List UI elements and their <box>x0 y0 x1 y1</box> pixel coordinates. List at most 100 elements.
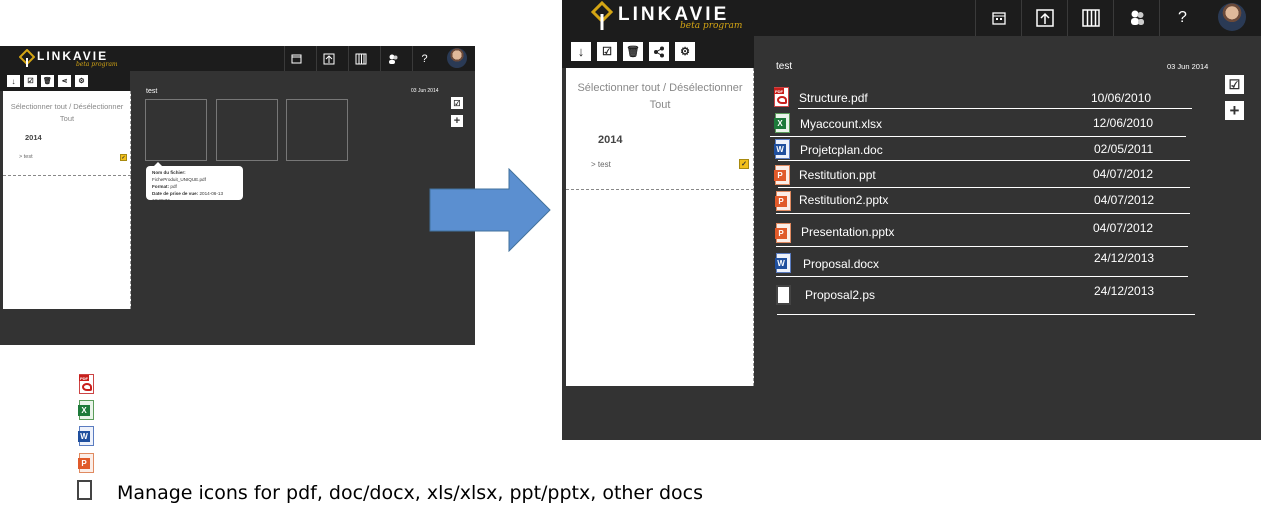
content-date: 03 Jun 2014 <box>1167 62 1209 71</box>
file-thumbnail[interactable] <box>145 99 207 161</box>
file-row[interactable]: P Restitution.ppt 04/07/2012 <box>770 162 1210 188</box>
folder-item-test[interactable]: > test <box>19 154 33 160</box>
file-row[interactable]: W Proposal.docx 24/12/2013 <box>770 251 1210 278</box>
select-button[interactable]: ☑ <box>597 42 617 61</box>
before-screenshot: LINKAVIE beta program ? ↓ ☑ 🗑 ⋖ ⚙ Sélect… <box>0 46 475 345</box>
tooltip-format-label: Format: <box>152 184 170 189</box>
select-all-toggle[interactable]: Sélectionner tout / Désélectionner Tout <box>570 80 750 114</box>
logo-subtitle: beta program <box>680 21 743 31</box>
nav-grid-button[interactable] <box>1067 0 1113 36</box>
file-thumbnail[interactable] <box>216 99 278 161</box>
share-button[interactable] <box>649 42 669 61</box>
excel-icon: X <box>78 400 96 420</box>
tooltip-filename-label: Nom du fichier: <box>152 170 186 175</box>
file-row[interactable]: W Projetcplan.doc 02/05/2011 <box>770 138 1210 164</box>
year-label: 2014 <box>25 133 42 142</box>
avatar[interactable] <box>1218 3 1246 31</box>
file-thumbnail[interactable] <box>286 99 348 161</box>
row-divider <box>770 136 1186 137</box>
powerpoint-icon: P <box>774 165 792 185</box>
upload-icon <box>1035 9 1054 27</box>
pdf-icon: PDF <box>773 87 791 107</box>
file-date: 04/07/2012 <box>1093 221 1154 235</box>
delete-button[interactable]: 🗑 <box>623 42 643 61</box>
calendar-icon <box>291 54 302 64</box>
excel-icon: X <box>774 113 792 133</box>
select-all-toggle[interactable]: Sélectionner tout / Désélectionner Tout <box>5 101 129 125</box>
file-row[interactable]: Proposal2.ps 24/12/2013 <box>770 282 1210 315</box>
nav-grid-button[interactable] <box>348 46 372 71</box>
file-name: Projetcplan.doc <box>800 143 883 157</box>
nav-help-button[interactable]: ? <box>1159 0 1205 36</box>
share-icon <box>654 46 664 57</box>
folder-checkbox[interactable]: ✓ <box>739 159 749 169</box>
side-panel: Sélectionner tout / Désélectionner Tout … <box>3 91 131 309</box>
icon-legend: PDF X W P Manage icons for pdf, doc/docx… <box>76 372 776 512</box>
columns-icon <box>1081 9 1100 27</box>
file-date: 24/12/2013 <box>1094 284 1155 298</box>
file-date: 02/05/2011 <box>1094 142 1154 156</box>
side-panel: Sélectionner tout / Désélectionner Tout … <box>566 68 754 386</box>
content-title: test <box>146 88 158 95</box>
row-divider <box>776 213 1190 214</box>
file-name: Restitution.ppt <box>799 168 876 182</box>
add-button[interactable]: + <box>1225 101 1244 120</box>
nav-upload-button[interactable] <box>1021 0 1067 36</box>
powerpoint-icon: P <box>775 223 793 243</box>
file-date: 12/06/2010 <box>1093 116 1154 130</box>
file-tooltip: Nom du fichier: FicheProduit_UNIQUE.pdf … <box>146 162 243 203</box>
select-button[interactable]: ☑ <box>24 75 37 87</box>
row-divider <box>776 246 1188 247</box>
download-button[interactable]: ↓ <box>7 75 20 87</box>
folder-checkbox[interactable]: ✓ <box>120 154 127 161</box>
file-date: 24/12/2013 <box>1094 251 1155 265</box>
users-icon <box>1130 10 1144 25</box>
file-name: Proposal.docx <box>803 257 880 271</box>
nav-help-button[interactable]: ? <box>412 46 436 71</box>
avatar[interactable] <box>447 48 467 68</box>
file-date: 04/07/2012 <box>1094 193 1155 207</box>
file-name: Structure.pdf <box>799 91 868 105</box>
word-icon: W <box>774 139 792 159</box>
file-row[interactable]: P Restitution2.pptx 04/07/2012 <box>770 188 1210 214</box>
content-date: 03 Jun 2014 <box>411 88 439 94</box>
file-name: Proposal2.ps <box>805 288 876 302</box>
nav-calendar-button[interactable] <box>975 0 1021 36</box>
transition-arrow-icon <box>429 168 551 252</box>
columns-icon <box>355 53 366 64</box>
nav-users-button[interactable] <box>1113 0 1159 36</box>
row-divider <box>798 108 1192 109</box>
row-divider <box>777 314 1195 315</box>
year-label: 2014 <box>598 134 623 146</box>
powerpoint-icon: P <box>775 191 793 211</box>
top-bar: LINKAVIE beta program ? <box>0 46 475 71</box>
file-list: PDF Structure.pdf 10/06/2010 X Myaccount… <box>770 86 1210 318</box>
row-divider <box>776 276 1188 277</box>
top-bar: LINKAVIE beta program ? <box>562 0 1261 36</box>
pdf-icon: PDF <box>78 374 96 394</box>
content-title: test <box>776 61 793 72</box>
folder-item-test[interactable]: > test <box>591 160 611 169</box>
toolbar: ↓ ☑ 🗑 ⋖ ⚙ <box>0 71 130 91</box>
file-row[interactable]: P Presentation.pptx 04/07/2012 <box>770 220 1210 247</box>
word-icon: W <box>775 253 793 273</box>
nav-upload-button[interactable] <box>316 46 340 71</box>
tooltip-format-value: pdf <box>170 184 177 189</box>
nav-calendar-button[interactable] <box>284 46 308 71</box>
powerpoint-icon: P <box>78 453 96 473</box>
add-button[interactable]: + <box>451 115 463 127</box>
settings-button[interactable]: ⚙ <box>75 75 88 87</box>
delete-button[interactable]: 🗑 <box>41 75 54 87</box>
file-date: 10/06/2010 <box>1091 91 1152 105</box>
nav-users-button[interactable] <box>380 46 404 71</box>
file-row[interactable]: PDF Structure.pdf 10/06/2010 <box>770 86 1210 112</box>
share-button[interactable]: ⋖ <box>58 75 71 87</box>
file-row[interactable]: X Myaccount.xlsx 12/06/2010 <box>770 112 1210 138</box>
file-name: Restitution2.pptx <box>799 193 889 207</box>
settings-button[interactable]: ⚙ <box>675 42 695 61</box>
check-all-button[interactable]: ☑ <box>1225 75 1244 94</box>
word-icon: W <box>78 426 96 446</box>
check-all-button[interactable]: ☑ <box>451 97 463 109</box>
panel-divider <box>566 189 754 190</box>
download-button[interactable]: ↓ <box>571 42 591 61</box>
